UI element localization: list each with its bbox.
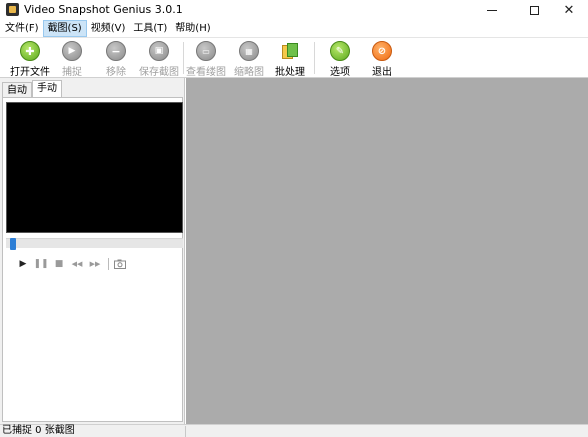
wrench-icon: ✎ [330, 41, 350, 61]
close-icon: ✕ [563, 2, 575, 18]
open-file-button[interactable]: ✚ 打开文件 [8, 38, 52, 78]
seek-bar[interactable] [6, 238, 183, 250]
title-bar: Video Snapshot Genius 3.0.1 ✕ [0, 0, 588, 20]
batch-icon [280, 41, 300, 61]
options-button[interactable]: ✎ 选项 [326, 38, 354, 78]
stop-button[interactable]: ■ [52, 257, 66, 271]
toolbar-separator [314, 42, 315, 74]
play-button[interactable]: ▶ [16, 257, 30, 271]
window-title: Video Snapshot Genius 3.0.1 [24, 3, 183, 16]
status-bar: 已捕捉 0 张截图 [0, 424, 588, 437]
capture-label: 捕捉 [62, 67, 82, 78]
menu-snapshot[interactable]: 截图(S) [42, 20, 87, 37]
rewind-button[interactable]: ◀◀ [70, 257, 84, 271]
options-label: 选项 [330, 67, 350, 78]
manual-tab-content: ▶ ❚❚ ■ ◀◀ ▶▶ [2, 97, 183, 422]
snapshot-canvas[interactable] [186, 78, 588, 424]
remove-button[interactable]: − 移除 [100, 38, 132, 78]
left-panel: 自动 手动 ▶ ❚❚ ■ ◀◀ ▶▶ [0, 78, 185, 424]
menu-video[interactable]: 视频(V) [87, 20, 130, 37]
remove-label: 移除 [106, 67, 126, 78]
play-icon: ▶ [62, 41, 82, 61]
exit-button[interactable]: ⊘ 退出 [368, 38, 396, 78]
status-text: 已捕捉 0 张截图 [2, 425, 75, 436]
save-snapshot-button[interactable]: ▣ 保存截图 [137, 38, 181, 78]
batch-button[interactable]: 批处理 [274, 38, 306, 78]
view-icon: ▭ [196, 41, 216, 61]
view-snapshot-button[interactable]: ▭ 查看缕图 [186, 38, 226, 78]
open-file-label: 打开文件 [10, 67, 50, 78]
player-controls: ▶ ❚❚ ■ ◀◀ ▶▶ [6, 255, 183, 273]
batch-label: 批处理 [275, 67, 305, 78]
seek-thumb[interactable] [10, 238, 16, 250]
tab-auto[interactable]: 自动 [2, 82, 32, 98]
capture-button[interactable]: ▶ 捕捉 [56, 38, 88, 78]
camera-icon [114, 259, 126, 269]
forward-button[interactable]: ▶▶ [88, 257, 102, 271]
exit-label: 退出 [372, 67, 392, 78]
tab-manual[interactable]: 手动 [32, 80, 62, 98]
minimize-icon [487, 9, 497, 11]
close-button[interactable]: ✕ [549, 0, 588, 20]
thumbnails-icon: ▦ [239, 41, 259, 61]
toolbar-separator [183, 42, 184, 74]
status-separator [185, 426, 186, 437]
menu-bar: 文件(F) 截图(S) 视频(V) 工具(T) 帮助(H) [0, 20, 588, 37]
menu-help[interactable]: 帮助(H) [171, 20, 214, 37]
view-snapshot-label: 查看缕图 [186, 67, 226, 78]
video-preview[interactable] [6, 102, 183, 233]
menu-tools[interactable]: 工具(T) [129, 20, 171, 37]
thumbnails-label: 缩略图 [234, 67, 264, 78]
maximize-button[interactable] [514, 0, 554, 20]
app-icon [6, 3, 19, 16]
maximize-icon [529, 5, 539, 15]
exit-icon: ⊘ [372, 41, 392, 61]
controls-separator [108, 258, 109, 270]
pause-button[interactable]: ❚❚ [33, 257, 48, 271]
snapshot-camera-button[interactable] [113, 257, 127, 271]
thumbnails-button[interactable]: ▦ 缩略图 [231, 38, 267, 78]
minimize-button[interactable] [472, 0, 512, 20]
minus-icon: − [106, 41, 126, 61]
save-icon: ▣ [149, 41, 169, 61]
toolbar: ✚ 打开文件 ▶ 捕捉 − 移除 ▣ 保存截图 ▭ 查看缕图 ▦ 缩略图 批处理… [0, 37, 588, 78]
plus-icon: ✚ [20, 41, 40, 61]
menu-file[interactable]: 文件(F) [1, 20, 43, 37]
mode-tabs: 自动 手动 [2, 80, 62, 98]
save-snapshot-label: 保存截图 [139, 67, 179, 78]
